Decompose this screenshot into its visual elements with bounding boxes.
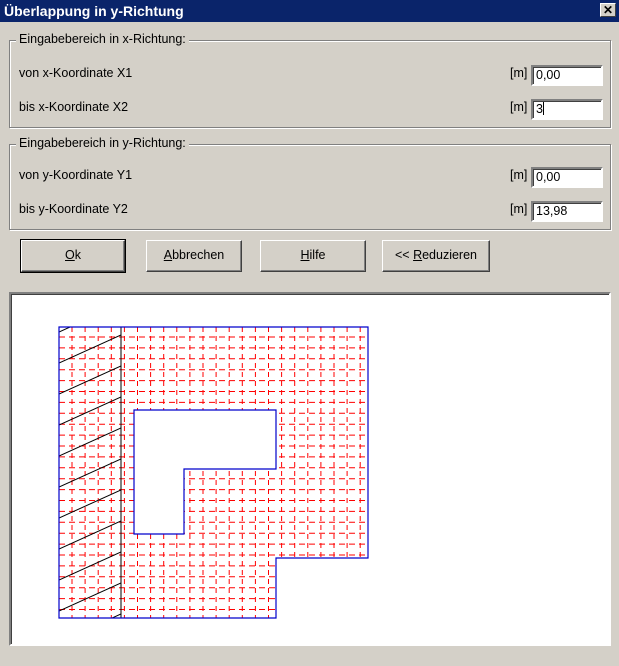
preview-canvas	[9, 292, 611, 646]
input-x1[interactable]: 0,00	[531, 65, 603, 86]
floor-plan-drawing	[58, 326, 369, 619]
opening-outline	[133, 409, 277, 535]
input-x2-value: 3	[536, 102, 543, 116]
help-label: ilfe	[309, 248, 326, 262]
outer-outline	[58, 326, 369, 619]
group-x-title: Eingabebereich in x-Richtung:	[16, 32, 189, 46]
hatch-line	[59, 365, 121, 395]
label-x1: von x-Koordinate X1	[19, 66, 133, 80]
cancel-label: bbrechen	[172, 248, 225, 262]
reduce-hotkey: R	[413, 248, 423, 262]
input-y2[interactable]: 13,98	[531, 201, 603, 222]
reduce-prefix: <<	[394, 248, 414, 262]
reduce-button[interactable]: << Reduzieren	[382, 240, 490, 272]
unit-x1: [m]	[510, 66, 528, 80]
ok-label: k	[74, 248, 81, 262]
input-x2[interactable]: 3	[531, 99, 603, 120]
mesh-grid	[59, 327, 368, 618]
close-icon[interactable]: ✕	[600, 3, 616, 17]
text-caret	[542, 102, 544, 115]
title-bar: Überlappung in y-Richtung ✕	[0, 0, 619, 22]
input-y1[interactable]: 0,00	[531, 167, 603, 188]
unit-y2: [m]	[510, 202, 528, 216]
reduce-label: eduzieren	[422, 248, 477, 262]
hatch-line	[59, 489, 121, 519]
unit-y1: [m]	[510, 168, 528, 182]
group-x-range: Eingabebereich in x-Richtung: von x-Koor…	[9, 32, 611, 128]
ok-button[interactable]: Ok	[20, 239, 126, 273]
group-y-title: Eingabebereich in y-Richtung:	[16, 136, 189, 150]
hatch-line	[59, 427, 121, 457]
cancel-hotkey: A	[163, 248, 173, 262]
unit-x2: [m]	[510, 100, 528, 114]
help-hotkey: H	[300, 248, 310, 262]
ok-hotkey: O	[65, 248, 75, 262]
window-title: Überlappung in y-Richtung	[4, 3, 184, 19]
label-y1: von y-Koordinate Y1	[19, 168, 133, 182]
cancel-button[interactable]: Abbrechen	[146, 240, 242, 272]
help-button[interactable]: Hilfe	[260, 240, 366, 272]
label-x2: bis x-Koordinate X2	[19, 100, 129, 114]
group-y-range: Eingabebereich in y-Richtung: von y-Koor…	[9, 136, 611, 230]
label-y2: bis y-Koordinate Y2	[19, 202, 128, 216]
